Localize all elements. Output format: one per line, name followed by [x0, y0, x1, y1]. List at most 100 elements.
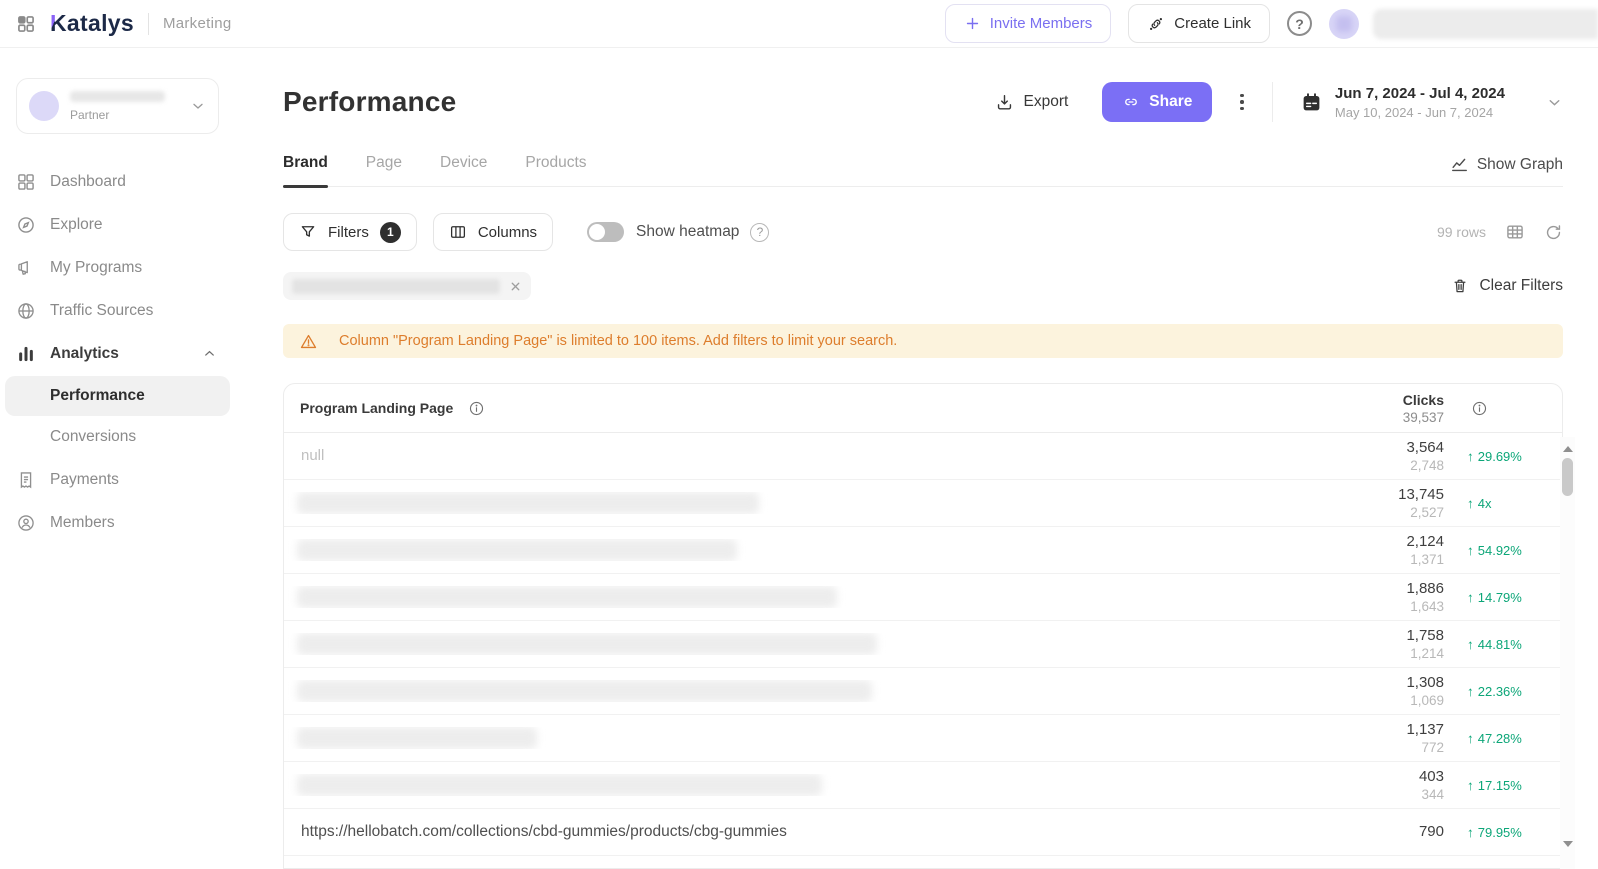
clear-filters-button[interactable]: Clear Filters	[1451, 277, 1563, 295]
partner-switcher[interactable]: Partner	[16, 78, 219, 134]
filter-chip[interactable]	[283, 272, 531, 300]
table-row[interactable]: https://hellobatch.com/collections/cbd-g…	[284, 809, 1562, 856]
table-row[interactable]: null 3,5642,748 ↑29.69%	[284, 433, 1562, 480]
refresh-button[interactable]	[1544, 223, 1563, 242]
table-row[interactable]: 1,137772 ↑47.28%	[284, 715, 1562, 762]
warning-icon	[299, 332, 318, 351]
invite-members-button[interactable]: Invite Members	[945, 4, 1112, 43]
show-graph-button[interactable]: Show Graph	[1450, 155, 1563, 186]
share-button[interactable]: Share	[1102, 82, 1212, 122]
sidebar-item-explore[interactable]: Explore	[0, 203, 235, 246]
line-chart-icon	[1450, 155, 1469, 174]
export-button[interactable]: Export	[989, 92, 1074, 113]
table-row[interactable]: 2,1241,371 ↑54.92%	[284, 527, 1562, 574]
logo-divider	[148, 13, 149, 35]
close-icon[interactable]	[509, 280, 522, 293]
sidebar-item-dashboard[interactable]: Dashboard	[0, 160, 235, 203]
tab-device[interactable]: Device	[440, 154, 487, 186]
landing-page-redacted	[297, 492, 759, 514]
help-icon[interactable]: ?	[1287, 11, 1312, 36]
clicks-value: 790	[1284, 823, 1444, 840]
column-header-landing-page[interactable]: Program Landing Page	[284, 400, 1284, 417]
sidebar-item-label: Payments	[50, 471, 119, 489]
bar-chart-icon	[16, 344, 36, 364]
tab-brand[interactable]: Brand	[283, 154, 328, 186]
receipt-icon	[16, 470, 36, 490]
logo-k-glyph: K	[50, 10, 67, 36]
sidebar-item-label: Dashboard	[50, 173, 126, 191]
heatmap-help-icon[interactable]: ?	[750, 223, 769, 242]
filter-chip-value-redacted	[292, 279, 500, 294]
landing-page-redacted	[297, 727, 537, 749]
table-row[interactable]: 13,7452,527 ↑4x	[284, 480, 1562, 527]
date-range-current: Jun 7, 2024 - Jul 4, 2024	[1335, 85, 1505, 102]
sidebar-item-conversions[interactable]: Conversions	[5, 417, 230, 457]
scrollbar-thumb[interactable]	[1562, 458, 1573, 496]
partner-role-label: Partner	[70, 108, 179, 122]
date-range-picker[interactable]: Jun 7, 2024 - Jul 4, 2024 May 10, 2024 -…	[1301, 85, 1563, 120]
clicks-previous-value: 1,371	[1284, 552, 1444, 567]
change-value: 44.81%	[1478, 637, 1522, 652]
clicks-previous-value: 2,748	[1284, 458, 1444, 473]
up-arrow-icon: ↑	[1467, 496, 1474, 511]
sidebar-nav: Dashboard Explore My Programs Traffic So…	[0, 160, 235, 544]
table-view-button[interactable]	[1505, 222, 1525, 242]
tab-products[interactable]: Products	[525, 154, 586, 186]
sidebar-item-my-programs[interactable]: My Programs	[0, 246, 235, 289]
vertical-scrollbar[interactable]	[1560, 437, 1575, 869]
column-header-change	[1444, 400, 1562, 417]
table-row[interactable]: 1,8861,643 ↑14.79%	[284, 574, 1562, 621]
change-value: 17.15%	[1478, 778, 1522, 793]
katalys-logo[interactable]: KKatalysatalys	[50, 10, 134, 37]
vertical-divider	[1272, 82, 1273, 122]
filters-label: Filters	[328, 224, 369, 241]
clicks-value: 1,886	[1284, 580, 1444, 597]
dashboard-icon	[16, 172, 36, 192]
partner-meta: Partner	[70, 91, 179, 122]
change-value: 47.28%	[1478, 731, 1522, 746]
sidebar-item-payments[interactable]: Payments	[0, 458, 235, 501]
table-row[interactable]: 1,7581,214 ↑44.81%	[284, 621, 1562, 668]
sidebar-item-analytics[interactable]: Analytics	[0, 332, 235, 375]
show-graph-label: Show Graph	[1477, 156, 1563, 174]
funnel-icon	[299, 223, 317, 241]
performance-table: Program Landing Page Clicks 39,537 null …	[283, 383, 1563, 869]
info-icon[interactable]	[1471, 400, 1488, 417]
landing-page-cell	[284, 774, 1284, 796]
show-heatmap-label: Show heatmap	[636, 223, 739, 241]
partner-name-redacted	[70, 91, 165, 102]
user-avatar[interactable]	[1329, 9, 1359, 39]
table-row[interactable]: 403344 ↑17.15%	[284, 762, 1562, 809]
landing-page-redacted	[297, 774, 822, 796]
column-header-clicks[interactable]: Clicks 39,537	[1284, 392, 1444, 425]
apps-grid-icon[interactable]	[16, 14, 36, 34]
scroll-up-arrow[interactable]	[1563, 446, 1573, 452]
chevron-down-icon	[1546, 94, 1563, 111]
sidebar-item-performance[interactable]: Performance	[5, 376, 230, 416]
change-cell: ↑4x	[1444, 496, 1562, 511]
scroll-down-arrow[interactable]	[1563, 841, 1573, 847]
tab-page[interactable]: Page	[366, 154, 402, 186]
up-arrow-icon: ↑	[1467, 731, 1474, 746]
chevron-down-icon	[190, 98, 206, 114]
sidebar-item-traffic-sources[interactable]: Traffic Sources	[0, 289, 235, 332]
clicks-value: 1,137	[1284, 721, 1444, 738]
info-icon[interactable]	[468, 400, 485, 417]
change-cell: ↑ 47.28%	[1444, 731, 1562, 746]
create-link-button[interactable]: Create Link	[1128, 4, 1270, 43]
filters-button[interactable]: Filters 1	[283, 213, 417, 251]
table-row[interactable]: 1,3081,069 ↑22.36%	[284, 668, 1562, 715]
show-heatmap-toggle[interactable]	[587, 222, 624, 242]
clicks-cell: 1,7581,214	[1284, 627, 1444, 661]
sidebar-item-members[interactable]: Members	[0, 501, 235, 544]
columns-label: Columns	[478, 224, 537, 241]
toolbar-right: 99 rows	[1437, 222, 1563, 242]
columns-button[interactable]: Columns	[433, 213, 553, 251]
landing-page-redacted	[297, 539, 737, 561]
landing-page-redacted	[297, 633, 877, 655]
landing-page-cell	[284, 539, 1284, 561]
more-options-icon[interactable]	[1236, 90, 1248, 115]
change-value: 14.79%	[1478, 590, 1522, 605]
date-range-text: Jun 7, 2024 - Jul 4, 2024 May 10, 2024 -…	[1335, 85, 1505, 120]
calendar-icon	[1301, 92, 1322, 113]
